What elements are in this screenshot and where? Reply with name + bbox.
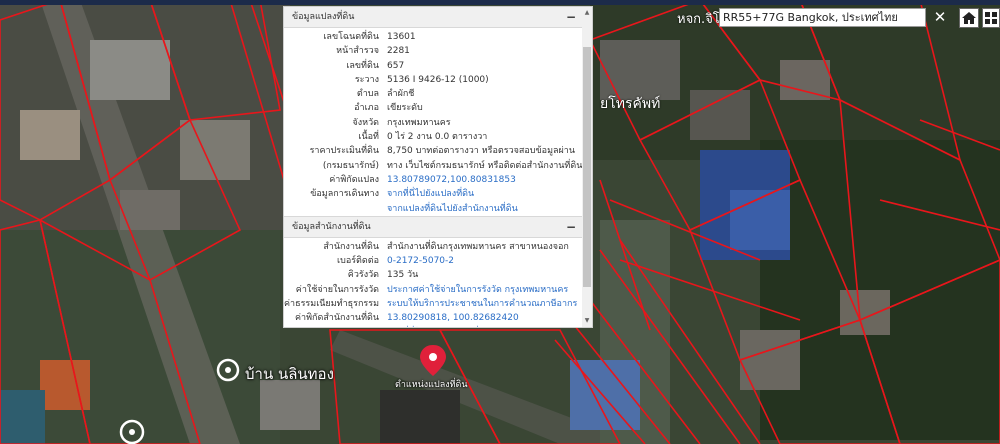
info-row-label: ค่าธรรมเนียมทำธุรกรรม [284,299,379,310]
section-header-parcel[interactable]: ข้อมูลแปลงที่ดิน − [284,7,592,28]
info-row-link[interactable]: จากที่นี่ไปยังสำนักงานที่ดิน [387,326,490,327]
info-row-label: เลขที่ดิน [346,60,379,71]
info-row: เลขโฉนดที่ดิน 13601 [284,30,592,44]
info-row-value: สำนักงานที่ดินกรุงเทพมหานคร สาขาหนองจอก [387,241,569,252]
info-row: อำเภอ เขียระดับ [284,101,592,115]
info-row: สำนักงานที่ดิน สำนักงานที่ดินกรุงเทพมหานค… [284,240,592,254]
info-row: จากแปลงที่ดินไปยังสำนักงานที่ดิน [284,202,592,216]
parcel-info-rows: เลขโฉนดที่ดิน 13601 หน้าสำรวจ 2281 เลขที่ดิน… [284,28,592,216]
info-row-label: คิวรังวัด [347,270,379,281]
scroll-down-icon[interactable]: ▼ [583,317,591,325]
info-row-value: 657 [387,60,405,71]
info-row-label: ข้อมูลการเดินทาง [310,189,379,200]
info-row-link[interactable]: ระบบให้บริการประชาชนในการคำนวณภาษีอากร [387,297,577,311]
info-row-link[interactable]: 0-2172-5070-2 [387,254,454,268]
info-row-value: 135 วัน [387,270,419,281]
info-row: เลขที่ดิน 657 [284,59,592,73]
scrollbar[interactable]: ▲ ▼ [582,7,592,327]
info-row: (กรมธนารักษ์) ทาง เว็บไซต์กรมธนารักษ์ หรื… [284,159,592,173]
grid-icon [985,12,997,24]
top-bar [0,0,1000,5]
collapse-icon[interactable]: − [566,7,576,27]
info-row: เนื้อที่ 0 ไร่ 2 งาน 0.0 ตารางวา [284,130,592,144]
info-row-label: อำเภอ [354,103,379,114]
map-label-pin: ตำแหน่งแปลงที่ดิน [395,380,468,390]
info-row: จังหวัด กรุงเทพมหานคร [284,116,592,130]
info-row: ข้อมูลการเดินทาง จากที่นี่ไปยังแปลงที่ดิน [284,187,592,201]
info-row-value: 8,750 บาทต่อตารางวา หรือตรวจสอบข้อมูลผ่า… [387,146,575,157]
info-row-label: (กรมธนารักษ์) [322,160,379,171]
info-row-label: ข้อมูลการเดินทาง [310,326,379,327]
info-row: ราคาประเมินที่ดิน 8,750 บาทต่อตารางวา หรื… [284,144,592,158]
close-icon[interactable]: ✕ [932,7,948,27]
info-row-label: ค่าพิกัดแปลง [329,174,379,185]
info-row-value: 0 ไร่ 2 งาน 0.0 ตารางวา [387,132,488,143]
info-row-link[interactable]: จากแปลงที่ดินไปยังสำนักงานที่ดิน [387,202,518,216]
info-row-label: ราคาประเมินที่ดิน [309,146,379,157]
section-title: ข้อมูลสำนักงานที่ดิน [292,221,371,232]
info-row: เบอร์ติดต่อ 0-2172-5070-2 [284,254,592,268]
info-row-value: 5136 I 9426-12 (1000) [387,74,489,85]
info-row: คิวรังวัด 135 วัน [284,268,592,282]
info-row-label: ตำบล [356,89,379,100]
section-header-office[interactable]: ข้อมูลสำนักงานที่ดิน − [284,215,592,238]
scroll-up-icon[interactable]: ▲ [583,9,591,17]
info-row-value: กรุงเทพมหานคร [387,117,451,128]
map-label-building: ยโทรคัพท์ [600,96,661,112]
home-icon [962,12,976,24]
info-row: ค่าพิกัดแปลง 13.80789072,100.80831853 [284,173,592,187]
parcel-info-popup: ข้อมูลแปลงที่ดิน − เลขโฉนดที่ดิน 13601 หน้… [283,6,593,328]
info-row-label: เนื้อที่ [358,132,379,143]
info-row: หน้าสำรวจ 2281 [284,44,592,58]
info-row-label: ค่าพิกัดสำนักงานที่ดิน [295,313,379,324]
info-row: ค่าธรรมเนียมทำธุรกรรม ระบบให้บริการประชาช… [284,297,592,311]
info-row-label: ระวาง [354,74,379,85]
info-row-label: ค่าใช้จ่ายในการรังวัด [295,284,379,295]
info-row-link[interactable]: ประกาศค่าใช้จ่ายในการรังวัด กรุงเทพมหานค… [387,283,568,297]
scrollbar-thumb[interactable] [583,47,591,287]
info-row-link[interactable]: 13.80290818, 100.82682420 [387,311,519,325]
search-input[interactable]: RR55+77G Bangkok, ประเทศไทย [719,8,926,27]
layers-button[interactable] [982,8,1000,28]
info-row-link[interactable]: จากที่นี่ไปยังแปลงที่ดิน [387,187,474,201]
info-row: ค่าใช้จ่ายในการรังวัด ประกาศค่าใช้จ่ายในก… [284,283,592,297]
info-row-label: เบอร์ติดต่อ [337,256,379,267]
info-row-value: ทาง เว็บไซต์กรมธนารักษ์ หรือติดต่อสำนักง… [387,160,583,171]
info-row-label: จังหวัด [352,117,380,128]
info-row-value: ลำผักชี [387,89,415,100]
info-row: ข้อมูลการเดินทาง จากที่นี่ไปยังสำนักงานที… [284,326,592,327]
section-title: ข้อมูลแปลงที่ดิน [292,12,355,22]
info-row: ค่าพิกัดสำนักงานที่ดิน 13.80290818, 100.8… [284,311,592,325]
home-button[interactable] [959,8,979,28]
office-info-rows: สำนักงานที่ดิน สำนักงานที่ดินกรุงเทพมหานค… [284,238,592,327]
info-row-value: 13601 [387,32,416,42]
info-row-label: เลขโฉนดที่ดิน [323,32,379,42]
info-row-link[interactable]: 13.80789072,100.80831853 [387,173,516,187]
info-row-value: 2281 [387,46,410,57]
info-row-value: เขียระดับ [387,103,423,114]
info-row-label: สำนักงานที่ดิน [323,241,379,252]
info-row-label: หน้าสำรวจ [336,46,379,57]
map-label-place: บ้าน นลินทอง [245,365,334,383]
collapse-icon[interactable]: − [566,217,576,237]
info-row: ระวาง 5136 I 9426-12 (1000) [284,73,592,87]
info-row: ตำบล ลำผักชี [284,87,592,101]
